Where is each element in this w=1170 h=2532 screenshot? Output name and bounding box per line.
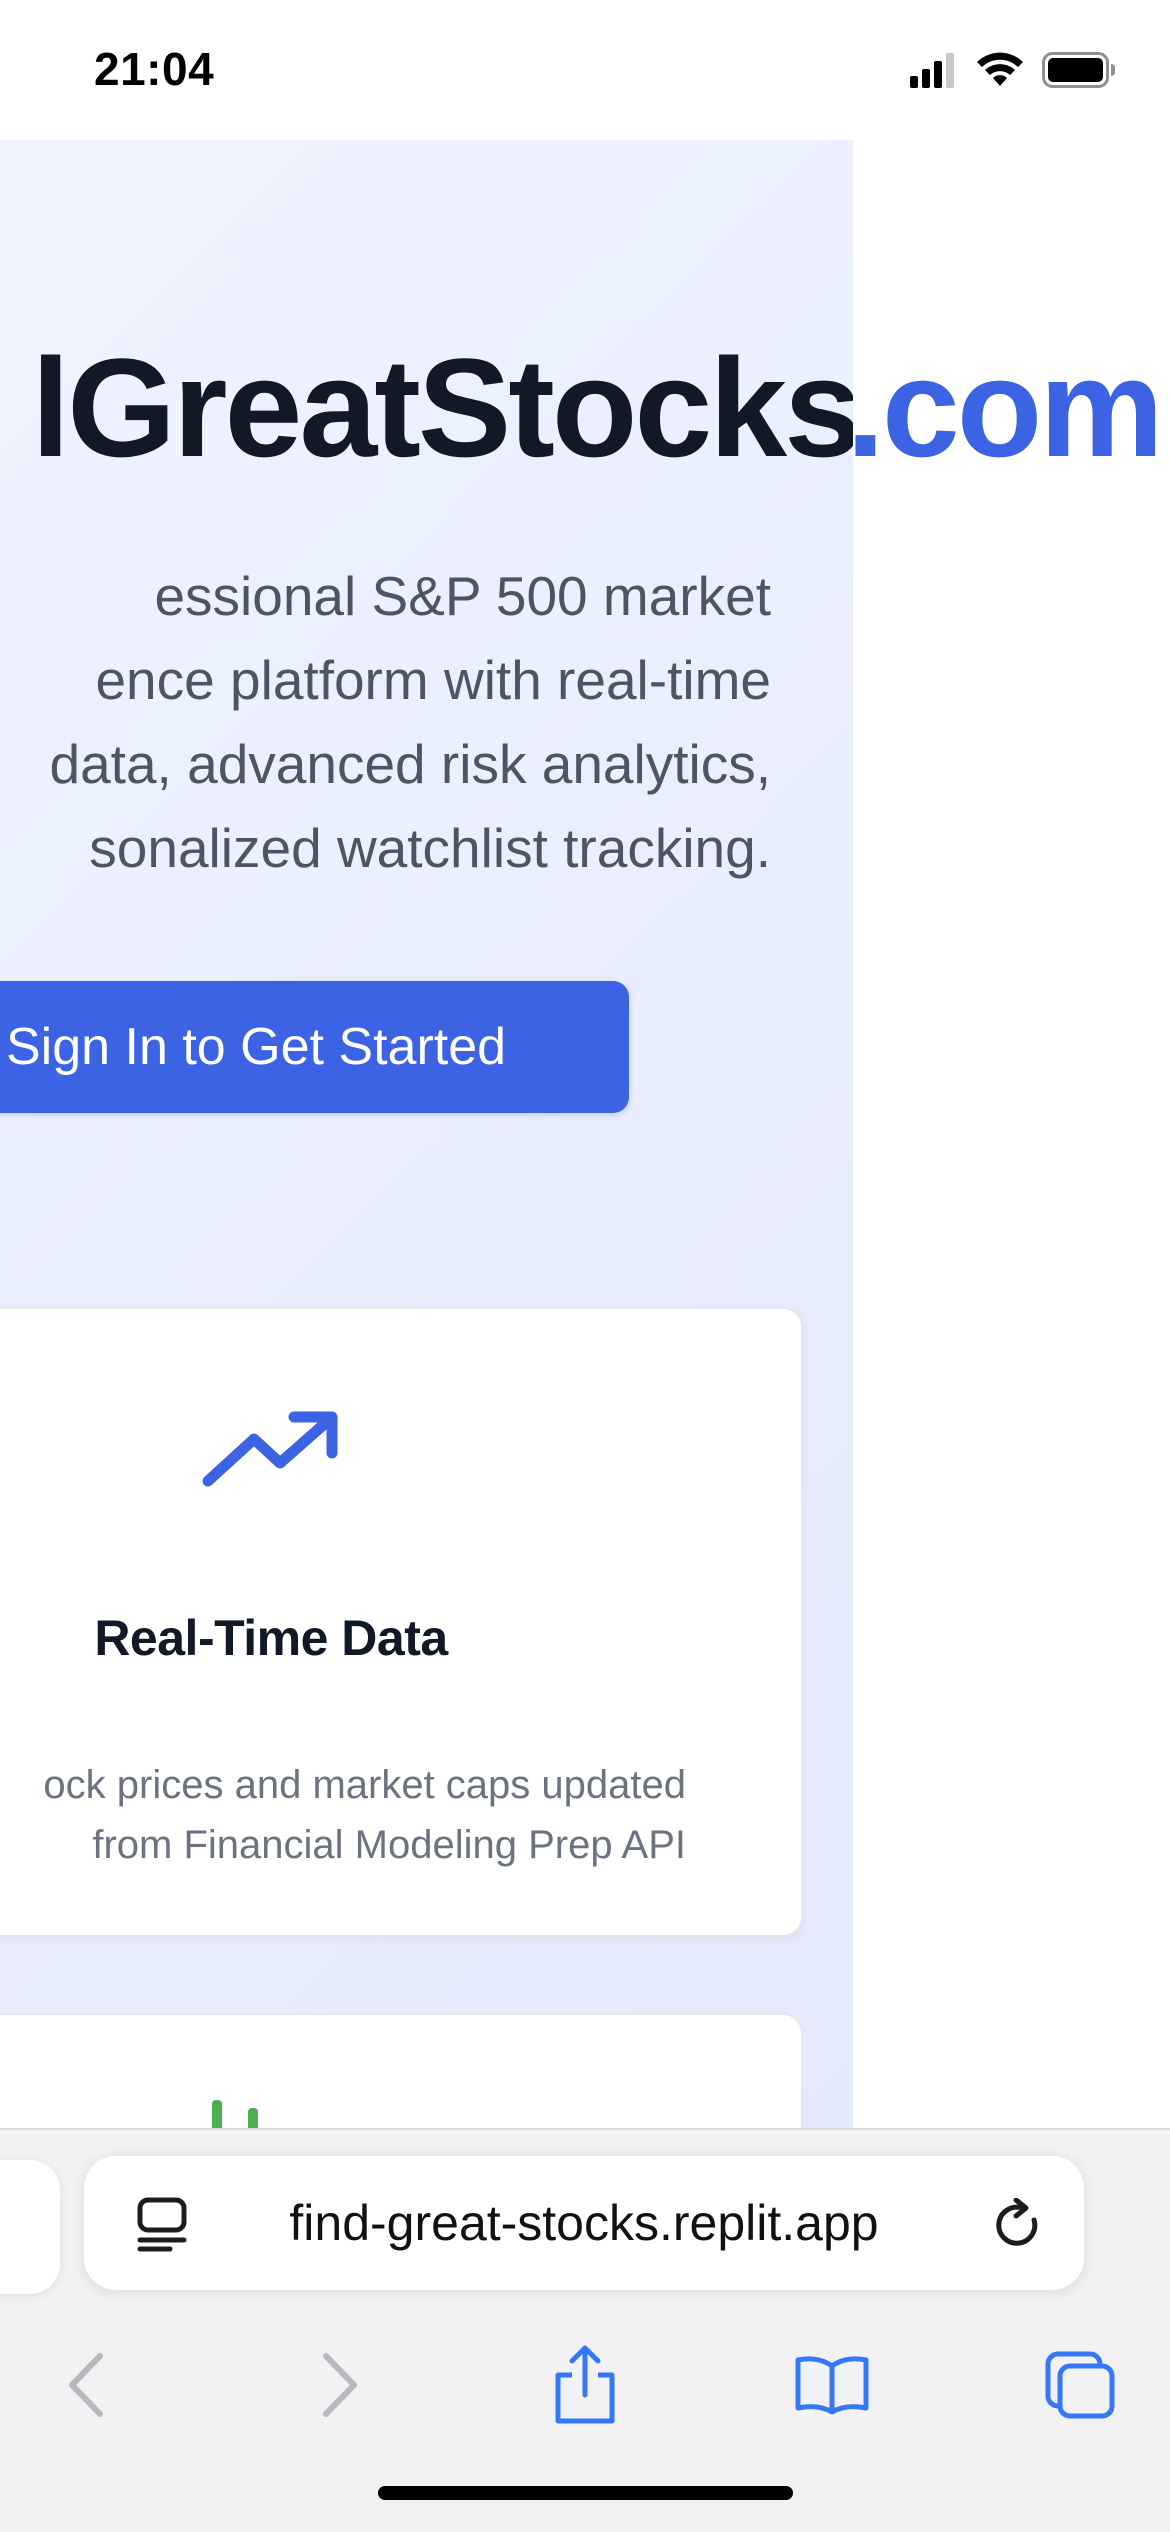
trending-up-icon: [202, 1411, 338, 1487]
hero-title-main: lGreatStocks: [31, 329, 853, 486]
web-content[interactable]: lGreatStocks essional S&P 500 market enc…: [0, 140, 853, 2140]
home-indicator[interactable]: [378, 2486, 793, 2500]
feature-title: Real-Time Data: [94, 1610, 448, 1666]
hero-description-line: essional S&P 500 market: [154, 565, 771, 627]
navigation-row: [0, 2325, 1170, 2445]
feature-card: [0, 2013, 803, 2140]
safari-toolbar: find-great-stocks.replit.app: [0, 2128, 1170, 2532]
status-time: 21:04: [94, 43, 215, 95]
bookmarks-button[interactable]: [782, 2325, 882, 2445]
back-icon: [69, 2353, 103, 2417]
back-button[interactable]: [36, 2325, 136, 2445]
reload-icon[interactable]: [994, 2198, 1044, 2250]
bookmarks-icon: [795, 2356, 869, 2415]
forward-icon: [323, 2353, 357, 2417]
feature-description-line: ock prices and market caps updated: [43, 1763, 686, 1807]
status-bar: 21:04: [0, 0, 1170, 140]
tabs-button[interactable]: [1030, 2325, 1130, 2445]
hero-description: essional S&P 500 market ence platform wi…: [0, 554, 772, 890]
feature-description: ock prices and market caps updated from …: [0, 1755, 686, 1875]
address-bar[interactable]: find-great-stocks.replit.app: [84, 2156, 1084, 2290]
hero-title-tld: .com: [846, 329, 1164, 486]
previous-tab-pill[interactable]: [0, 2160, 60, 2294]
battery-icon: [1042, 52, 1115, 88]
screen: 21:04 lGreatStocks essional S&P 500 mark…: [0, 0, 1170, 2532]
feature-description-line: from Financial Modeling Prep API: [92, 1823, 686, 1867]
status-icons: [908, 52, 1116, 88]
hero-description-line: ence platform with real-time: [95, 649, 771, 711]
share-icon: [555, 2345, 615, 2424]
forward-button[interactable]: [290, 2325, 390, 2445]
hero-description-line: data, advanced risk analytics,: [49, 733, 772, 795]
cellular-signal-icon: [910, 53, 954, 88]
wifi-icon: [977, 52, 1023, 86]
feature-card-real-time-data: Real-Time Data ock prices and market cap…: [0, 1307, 803, 1937]
hero-description-line: sonalized watchlist tracking.: [89, 817, 771, 879]
sign-in-button[interactable]: Sign In to Get Started: [0, 981, 629, 1113]
share-button[interactable]: [535, 2325, 635, 2445]
hero-title: lGreatStocks: [31, 338, 853, 478]
url-text[interactable]: find-great-stocks.replit.app: [84, 2156, 1084, 2290]
tabs-icon: [1045, 2351, 1115, 2419]
